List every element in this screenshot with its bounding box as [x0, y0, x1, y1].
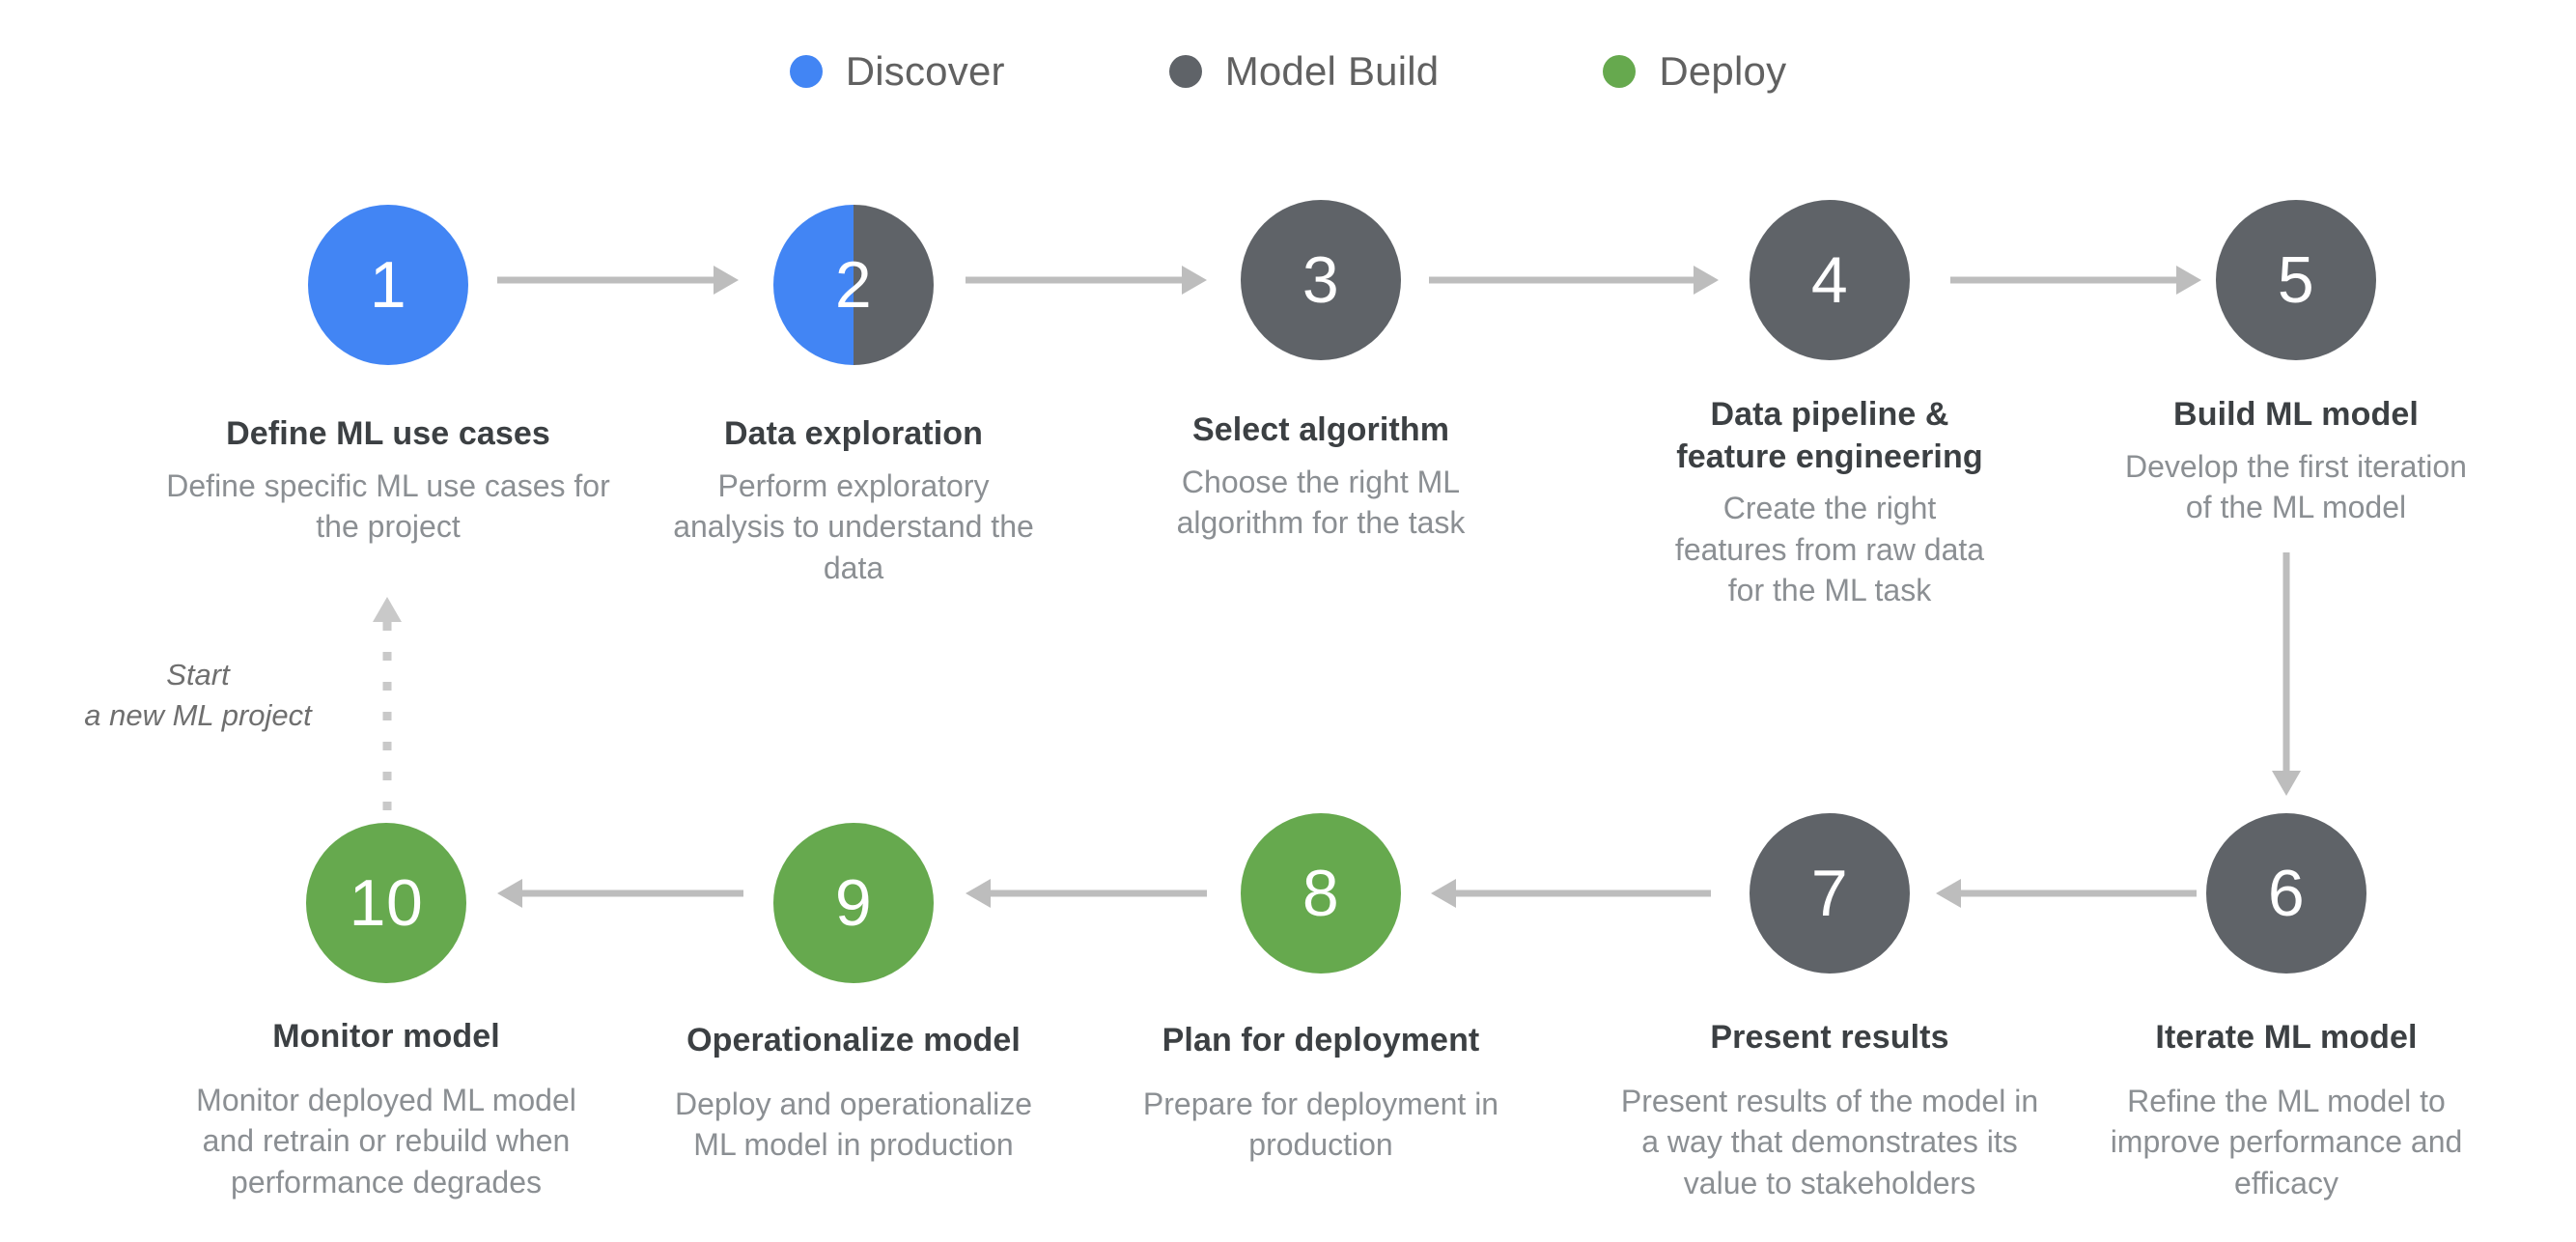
legend-label-model-build: Model Build [1224, 48, 1440, 94]
step-text-2: Data exploration Perform exploratory ana… [636, 413, 1071, 588]
step-title: Data exploration [724, 415, 983, 452]
step-number: 4 [1810, 243, 1849, 317]
step-node-4[interactable]: 4 [1750, 200, 1910, 360]
step-node-3[interactable]: 3 [1241, 200, 1401, 360]
step-node-6[interactable]: 6 [2206, 813, 2366, 974]
legend-item-model-build: Model Build [1168, 48, 1440, 95]
step-description: Define specific ML use cases for the pro… [166, 467, 610, 545]
step-text-8: Plan for deployment Prepare for deployme… [1070, 1020, 1572, 1166]
step-number: 10 [349, 866, 424, 940]
step-title: Data pipeline & feature engineering [1676, 396, 1983, 475]
connector-4-to-5 [1950, 266, 2201, 295]
filled-circle-icon [1603, 55, 1637, 88]
step-title: Plan for deployment [1162, 1022, 1480, 1059]
restart-note: Start a new ML project [84, 658, 312, 732]
step-node-7[interactable]: 7 [1750, 813, 1910, 974]
legend: Discover Model Build Deploy [0, 48, 2576, 95]
step-description: Deploy and operationalize ML model in pr… [674, 1086, 1033, 1163]
step-title: Operationalize model [686, 1022, 1021, 1059]
step-text-5: Build ML model Develop the first iterati… [2055, 394, 2537, 528]
legend-item-discover: Discover [789, 48, 1005, 95]
filled-circle-icon [1168, 55, 1202, 88]
step-title: Build ML model [2173, 396, 2419, 433]
step-number: 6 [2267, 857, 2306, 930]
connector-5-to-6 [2267, 552, 2306, 796]
step-number: 8 [1302, 857, 1340, 930]
connector-6-to-7 [1936, 879, 2197, 908]
step-node-9[interactable]: 9 [773, 823, 934, 983]
step-number: 2 [834, 248, 873, 322]
step-node-2[interactable]: 2 [773, 205, 934, 365]
step-title: Define ML use cases [226, 415, 550, 452]
step-number: 7 [1810, 857, 1849, 930]
step-text-10: Monitor model Monitor deployed ML model … [150, 1016, 623, 1202]
connector-restart-10-to-1 [368, 597, 406, 811]
connector-8-to-9 [966, 879, 1207, 908]
legend-label-deploy: Deploy [1659, 48, 1787, 94]
connector-2-to-3 [966, 266, 1207, 295]
step-description: Create the right features from raw data … [1674, 491, 1985, 608]
step-text-7: Present results Present results of the m… [1559, 1017, 2100, 1203]
step-description: Refine the ML model to improve performan… [2110, 1083, 2463, 1200]
step-text-4: Data pipeline & feature engineering Crea… [1598, 394, 2061, 611]
step-description: Prepare for deployment in production [1142, 1086, 1499, 1163]
step-number: 9 [834, 866, 873, 940]
legend-item-deploy: Deploy [1603, 48, 1786, 95]
step-text-6: Iterate ML model Refine the ML model to … [2050, 1017, 2523, 1203]
connector-1-to-2 [497, 266, 739, 295]
step-text-9: Operationalize model Deploy and operatio… [627, 1020, 1080, 1166]
step-node-5[interactable]: 5 [2216, 200, 2376, 360]
step-description: Develop the first iteration of the ML mo… [2125, 448, 2467, 525]
step-title: Iterate ML model [2155, 1019, 2418, 1056]
step-description: Present results of the model in a way th… [1620, 1083, 2039, 1200]
step-number: 5 [2277, 243, 2315, 317]
step-number: 1 [369, 248, 407, 322]
step-description: Monitor deployed ML model and retrain or… [196, 1082, 576, 1200]
step-node-10[interactable]: 10 [306, 823, 466, 983]
connector-7-to-8 [1431, 879, 1711, 908]
connector-3-to-4 [1429, 266, 1719, 295]
step-description: Choose the right ML algorithm for the ta… [1176, 464, 1466, 541]
step-title: Monitor model [272, 1018, 500, 1055]
step-title: Present results [1710, 1019, 1949, 1056]
step-title: Select algorithm [1191, 411, 1450, 448]
legend-label-discover: Discover [845, 48, 1005, 94]
connector-9-to-10 [497, 879, 743, 908]
step-number: 3 [1302, 243, 1340, 317]
step-node-8[interactable]: 8 [1241, 813, 1401, 974]
ml-lifecycle-diagram: Discover Model Build Deploy Start a new … [0, 0, 2576, 1242]
filled-circle-icon [789, 55, 823, 88]
step-node-1[interactable]: 1 [308, 205, 468, 365]
step-text-3: Select algorithm Choose the right ML alg… [1113, 409, 1528, 544]
step-description: Perform exploratory analysis to understa… [673, 467, 1034, 585]
step-text-1: Define ML use cases Define specific ML u… [142, 413, 634, 548]
